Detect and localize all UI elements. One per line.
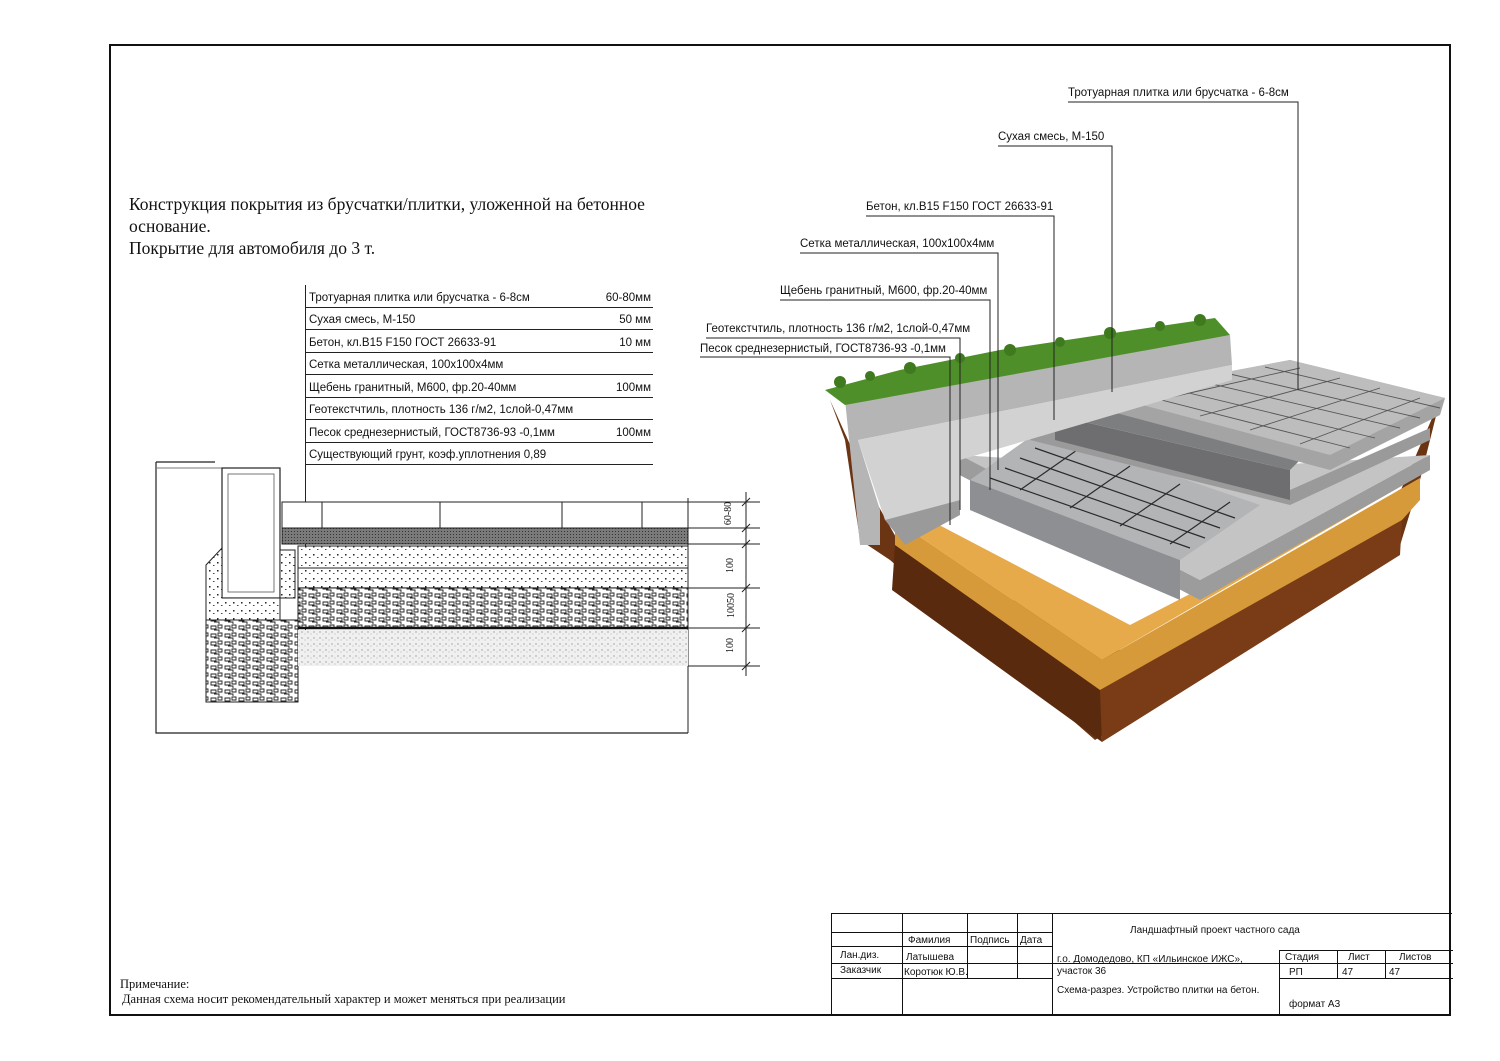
layer-thickness: 60-80мм [605, 291, 651, 304]
callout-sand: Песок среднезернистый, ГОСТ8736-93 -0,1м… [700, 343, 946, 355]
layers-table: Тротуарная плитка или брусчатка - 6-8см 6… [305, 285, 653, 465]
drawing-name: Схема-разрез. Устройство плитки на бетон… [1057, 985, 1260, 996]
sheet-format: формат А3 [1289, 999, 1341, 1010]
layer-name: Геотекстчтиль, плотность 136 г/м2, 1слой… [309, 404, 574, 416]
layer-thickness: 100мм [616, 381, 651, 394]
layer-row: Сетка металлическая, 100х100х4мм [305, 353, 653, 375]
callout-dry-mix: Сухая смесь, М-150 [998, 131, 1105, 143]
dimension-label: 100 [725, 558, 736, 573]
layer-row: Сухая смесь, М-150 50 мм [305, 308, 653, 330]
dimension-label: 10050 [726, 593, 737, 618]
layer-row: Песок среднезернистый, ГОСТ8736-93 -0,1м… [305, 420, 653, 443]
layer-row: Щебень гранитный, М600, фр.20-40мм 100мм [305, 375, 653, 398]
layer-thickness: 100мм [616, 426, 651, 439]
note-heading: Примечание: [120, 977, 190, 991]
layer-name: Песок среднезернистый, ГОСТ8736-93 -0,1м… [309, 426, 555, 439]
drawing-frame [109, 44, 1451, 1016]
project-name: Ландшафтный проект частного сада [1130, 925, 1300, 936]
col-date: Дата [1020, 935, 1043, 946]
layer-thickness: 10 мм [619, 336, 651, 349]
sheets-label: Листов [1399, 952, 1432, 963]
drawing-title: Конструкция покрытия из брусчатки/плитки… [129, 193, 689, 259]
site-address: г.о. Домодедово, КП «Ильинское ИЖС», [1057, 954, 1243, 965]
col-signature: Подпись [970, 935, 1010, 946]
layer-name: Сетка металлическая, 100х100х4мм [309, 359, 504, 371]
title-block: Ландшафтный проект частного сада Фамилия… [831, 913, 1453, 1016]
sheet-value: 47 [1342, 967, 1354, 978]
layer-name: Тротуарная плитка или брусчатка - 6-8см [309, 291, 530, 304]
designer-name: Латышева [906, 952, 955, 963]
layer-name: Щебень гранитный, М600, фр.20-40мм [309, 381, 517, 394]
layer-row: Тротуарная плитка или брусчатка - 6-8см 6… [305, 285, 653, 308]
dimension-label: 100 [725, 638, 736, 653]
layer-row: Бетон, кл.В15 F150 ГОСТ 26633-91 10 мм [305, 330, 653, 353]
col-surname: Фамилия [908, 935, 951, 946]
title-line-2: основание. [129, 216, 211, 236]
layer-name: Существующий грунт, коэф.уплотнения 0,89 [309, 449, 547, 461]
site-plot: участок 36 [1057, 966, 1107, 977]
stage-value: РП [1289, 967, 1303, 978]
layer-name: Сухая смесь, М-150 [309, 314, 416, 326]
stage-label: Стадия [1285, 952, 1320, 963]
layer-thickness: 50 мм [619, 314, 651, 326]
layer-row: Геотекстчтиль, плотность 136 г/м2, 1слой… [305, 398, 653, 420]
dimension-label: 60-80 [723, 501, 735, 526]
role-client: Заказчик [840, 965, 882, 976]
role-designer: Лан.диз. [840, 950, 880, 961]
title-line-1: Конструкция покрытия из брусчатки/плитки… [129, 194, 645, 214]
drawing-note: Примечание: Данная схема носит рекоменда… [120, 977, 565, 1007]
note-text: Данная схема носит рекомендательный хара… [122, 992, 566, 1006]
title-line-3: Покрытие для автомобиля до 3 т. [129, 238, 376, 258]
layer-row: Существующий грунт, коэф.уплотнения 0,89 [305, 443, 653, 465]
callout-concrete: Бетон, кл.В15 F150 ГОСТ 26633-91 [866, 201, 1054, 213]
client-name: Коротюк Ю.В. [904, 967, 968, 978]
layer-name: Бетон, кл.В15 F150 ГОСТ 26633-91 [309, 336, 497, 349]
callout-mesh: Сетка металлическая, 100х100х4мм [800, 238, 995, 250]
callout-paving: Тротуарная плитка или брусчатка - 6-8см [1068, 87, 1289, 99]
callout-gravel: Щебень гранитный, М600, фр.20-40мм [780, 285, 988, 297]
sheet-label: Лист [1348, 952, 1370, 963]
sheets-value: 47 [1389, 967, 1401, 978]
callout-geotextile: Геотекстчтиль, плотность 136 г/м2, 1слой… [706, 323, 971, 335]
